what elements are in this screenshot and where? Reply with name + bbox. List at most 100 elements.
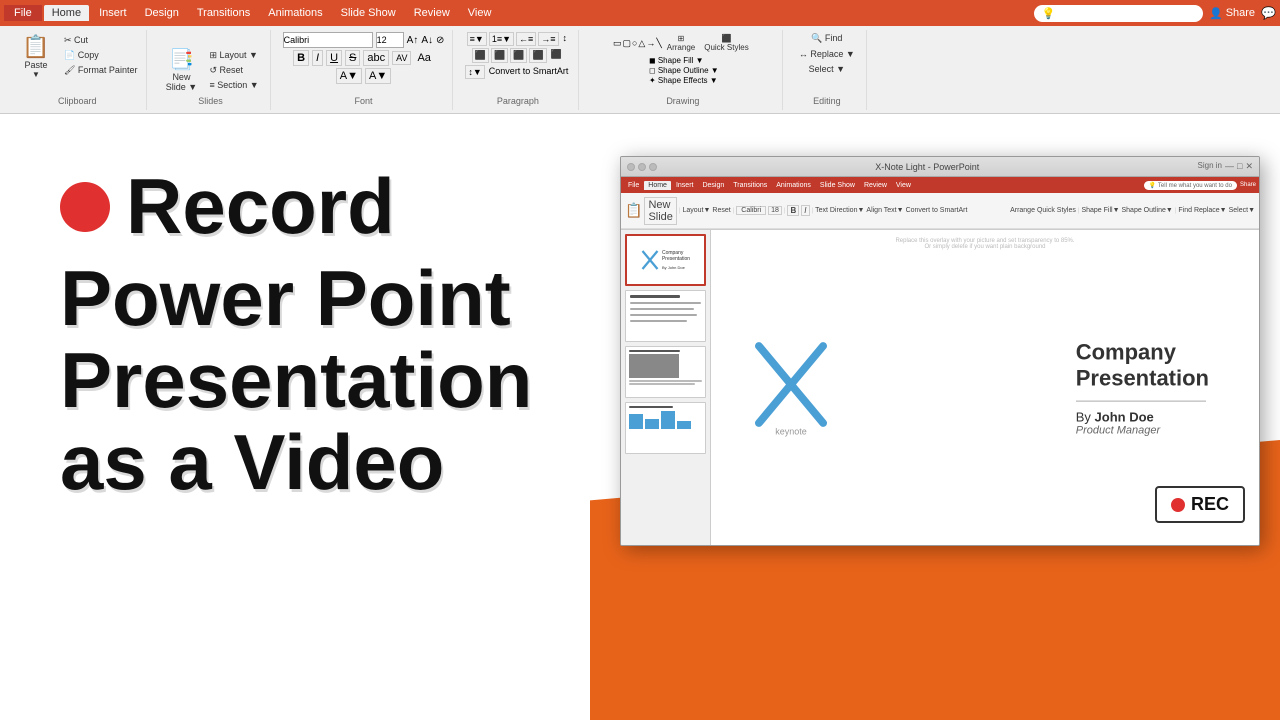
ppt-minimize-button[interactable]: — xyxy=(1225,161,1234,172)
slide-author-role: Product Manager xyxy=(1076,424,1209,436)
ppt-tab-design[interactable]: Design xyxy=(698,181,728,190)
slide-thumb-3[interactable]: 3 xyxy=(625,346,706,398)
line-spacing-button[interactable]: ↕▼ xyxy=(465,65,484,79)
arrange-button[interactable]: ⊞Arrange xyxy=(663,32,699,54)
ribbon-group-paragraph: ≡▼ 1≡▼ ←≡ →≡ ↕ ⬛ ⬛ ⬛ ⬛ ⬛ ↕▼ Convert to S… xyxy=(457,30,579,110)
ppt-mini-bold[interactable]: B xyxy=(787,205,799,216)
find-button[interactable]: 🔍 Find xyxy=(808,32,845,45)
ppt-mini-shapefill[interactable]: Shape Fill▼ xyxy=(1081,207,1119,214)
ppt-mini-layout[interactable]: Layout▼ xyxy=(682,207,710,214)
align-left-button[interactable]: ⬛ xyxy=(472,48,489,63)
tab-file[interactable]: File xyxy=(4,5,42,21)
paste-button[interactable]: 📋 Paste ▼ xyxy=(14,32,58,81)
slide-thumb-2[interactable]: 2 xyxy=(625,290,706,342)
ppt-mini-shapeoutline[interactable]: Shape Outline▼ xyxy=(1122,207,1173,214)
shape-effects-button[interactable]: ✦ Shape Effects ▼ xyxy=(649,76,719,85)
ppt-mini-reset[interactable]: Reset xyxy=(712,207,730,214)
section-button[interactable]: ≡ Section ▼ xyxy=(206,79,261,91)
strikethrough-button[interactable]: S xyxy=(345,50,360,66)
tab-design[interactable]: Design xyxy=(137,5,187,21)
ppt-mini-aligntext[interactable]: Align Text▼ xyxy=(866,207,903,214)
comment-icon[interactable]: 💬 xyxy=(1261,6,1276,20)
ppt-mini-smartart[interactable]: Convert to SmartArt xyxy=(906,207,968,214)
tab-transitions[interactable]: Transitions xyxy=(189,5,258,21)
ppt-tab-animations[interactable]: Animations xyxy=(772,181,815,190)
align-center-button[interactable]: ⬛ xyxy=(491,48,508,63)
charspace-button[interactable]: AV xyxy=(392,51,411,65)
cut-button[interactable]: ✂ Cut xyxy=(61,34,140,47)
shape-outline-button[interactable]: ◻ Shape Outline ▼ xyxy=(649,66,719,75)
ppt-tab-slideshow[interactable]: Slide Show xyxy=(816,181,859,190)
smartart-button[interactable]: Convert to SmartArt xyxy=(487,65,571,79)
font-size-aa[interactable]: Aa xyxy=(414,51,433,65)
ppt-mini-find[interactable]: Find xyxy=(1178,207,1192,214)
reset-button[interactable]: ↺ Reset xyxy=(206,64,261,77)
tab-slideshow[interactable]: Slide Show xyxy=(333,5,404,21)
bullets-button[interactable]: ≡▼ xyxy=(467,32,487,46)
decrease-font-button[interactable]: A↓ xyxy=(421,35,433,46)
ppt-restore-button[interactable]: □ xyxy=(1237,161,1242,172)
tab-animations[interactable]: Animations xyxy=(260,5,330,21)
ppt-tab-insert[interactable]: Insert xyxy=(672,181,698,190)
ppt-mini-textdir[interactable]: Text Direction▼ xyxy=(815,207,864,214)
quick-styles-button[interactable]: ⬛Quick Styles xyxy=(700,32,752,54)
ppt-close-button[interactable]: ✕ xyxy=(1245,161,1253,172)
ppt-share-mini[interactable]: Share xyxy=(1240,182,1256,188)
highlight-color-button[interactable]: A▼ xyxy=(365,68,391,84)
ppt-mini-arrange[interactable]: Arrange xyxy=(1010,207,1035,214)
shape-triangle[interactable]: △ xyxy=(638,38,645,49)
tab-view[interactable]: View xyxy=(460,5,500,21)
ppt-tab-view[interactable]: View xyxy=(892,181,915,190)
tab-insert[interactable]: Insert xyxy=(91,5,135,21)
ppt-mini-italic[interactable]: I xyxy=(801,205,809,216)
slide-thumb-1[interactable]: 1 Company Presentation By John Doe xyxy=(625,234,706,286)
numbering-button[interactable]: 1≡▼ xyxy=(489,32,514,46)
indent-less-button[interactable]: ←≡ xyxy=(516,32,536,46)
format-painter-button[interactable]: 🖌 Format Painter xyxy=(61,64,140,77)
ppt-tab-transitions[interactable]: Transitions xyxy=(729,181,771,190)
select-button[interactable]: Select ▼ xyxy=(806,63,848,75)
increase-font-button[interactable]: A↑ xyxy=(407,35,419,46)
ppt-tab-review[interactable]: Review xyxy=(860,181,891,190)
shape-circle[interactable]: ○ xyxy=(632,38,637,49)
font-size-input[interactable] xyxy=(376,32,404,48)
ppt-mini-replace[interactable]: Replace▼ xyxy=(1194,207,1227,214)
columns-button[interactable]: ⬛ xyxy=(549,48,564,63)
shape-arrow[interactable]: → xyxy=(646,38,655,49)
clear-format-button[interactable]: ⊘ xyxy=(436,35,444,46)
ppt-tab-file[interactable]: File xyxy=(624,181,643,190)
underline-button[interactable]: U xyxy=(326,50,342,66)
thumb4-cursor xyxy=(629,411,702,429)
shape-rect[interactable]: ▭ xyxy=(613,38,622,49)
font-family-input[interactable] xyxy=(283,32,373,48)
align-right-button[interactable]: ⬛ xyxy=(510,48,527,63)
replace-button[interactable]: ↔ Replace ▼ xyxy=(796,48,858,60)
bold-button[interactable]: B xyxy=(293,50,309,66)
italic-button[interactable]: I xyxy=(312,50,323,66)
indent-more-button[interactable]: →≡ xyxy=(538,32,558,46)
text-direction-button[interactable]: ↕ xyxy=(561,32,570,46)
ppt-mini-paste[interactable]: 📋 xyxy=(625,202,642,219)
layout-button[interactable]: ⊞ Layout ▼ xyxy=(206,49,261,62)
ppt-mini-select[interactable]: Select▼ xyxy=(1229,207,1255,214)
shape-fill-button[interactable]: ◼ Shape Fill ▼ xyxy=(649,56,719,65)
ppt-tab-home[interactable]: Home xyxy=(644,181,671,190)
shadow-button[interactable]: abc xyxy=(363,50,389,66)
tell-me-input[interactable]: 💡 Tell me what you want to do xyxy=(1034,5,1203,22)
ppt-tell-me-mini[interactable]: 💡 Tell me what you want to do xyxy=(1144,181,1237,190)
copy-button[interactable]: 📄 Copy xyxy=(61,49,140,62)
shape-rounded-rect[interactable]: ▢ xyxy=(622,38,631,49)
ppt-mini-new-slide[interactable]: NewSlide xyxy=(644,197,676,225)
font-color-button[interactable]: A▼ xyxy=(336,68,362,84)
main-content: Record Power Point Presentation as a Vid… xyxy=(0,136,1280,720)
ppt-circle-3 xyxy=(649,163,657,171)
ppt-mini-quickstyles[interactable]: Quick Styles xyxy=(1037,207,1076,214)
shape-line[interactable]: ╲ xyxy=(656,38,661,49)
tab-home[interactable]: Home xyxy=(44,5,89,21)
justify-button[interactable]: ⬛ xyxy=(529,48,546,63)
rec-button-overlay[interactable]: REC xyxy=(1155,486,1245,523)
tab-review[interactable]: Review xyxy=(406,5,458,21)
new-slide-button[interactable]: 📑 New Slide ▼ xyxy=(159,45,203,94)
share-button[interactable]: 👤 Share xyxy=(1209,7,1255,20)
slide-thumb-4[interactable]: 4 xyxy=(625,402,706,454)
